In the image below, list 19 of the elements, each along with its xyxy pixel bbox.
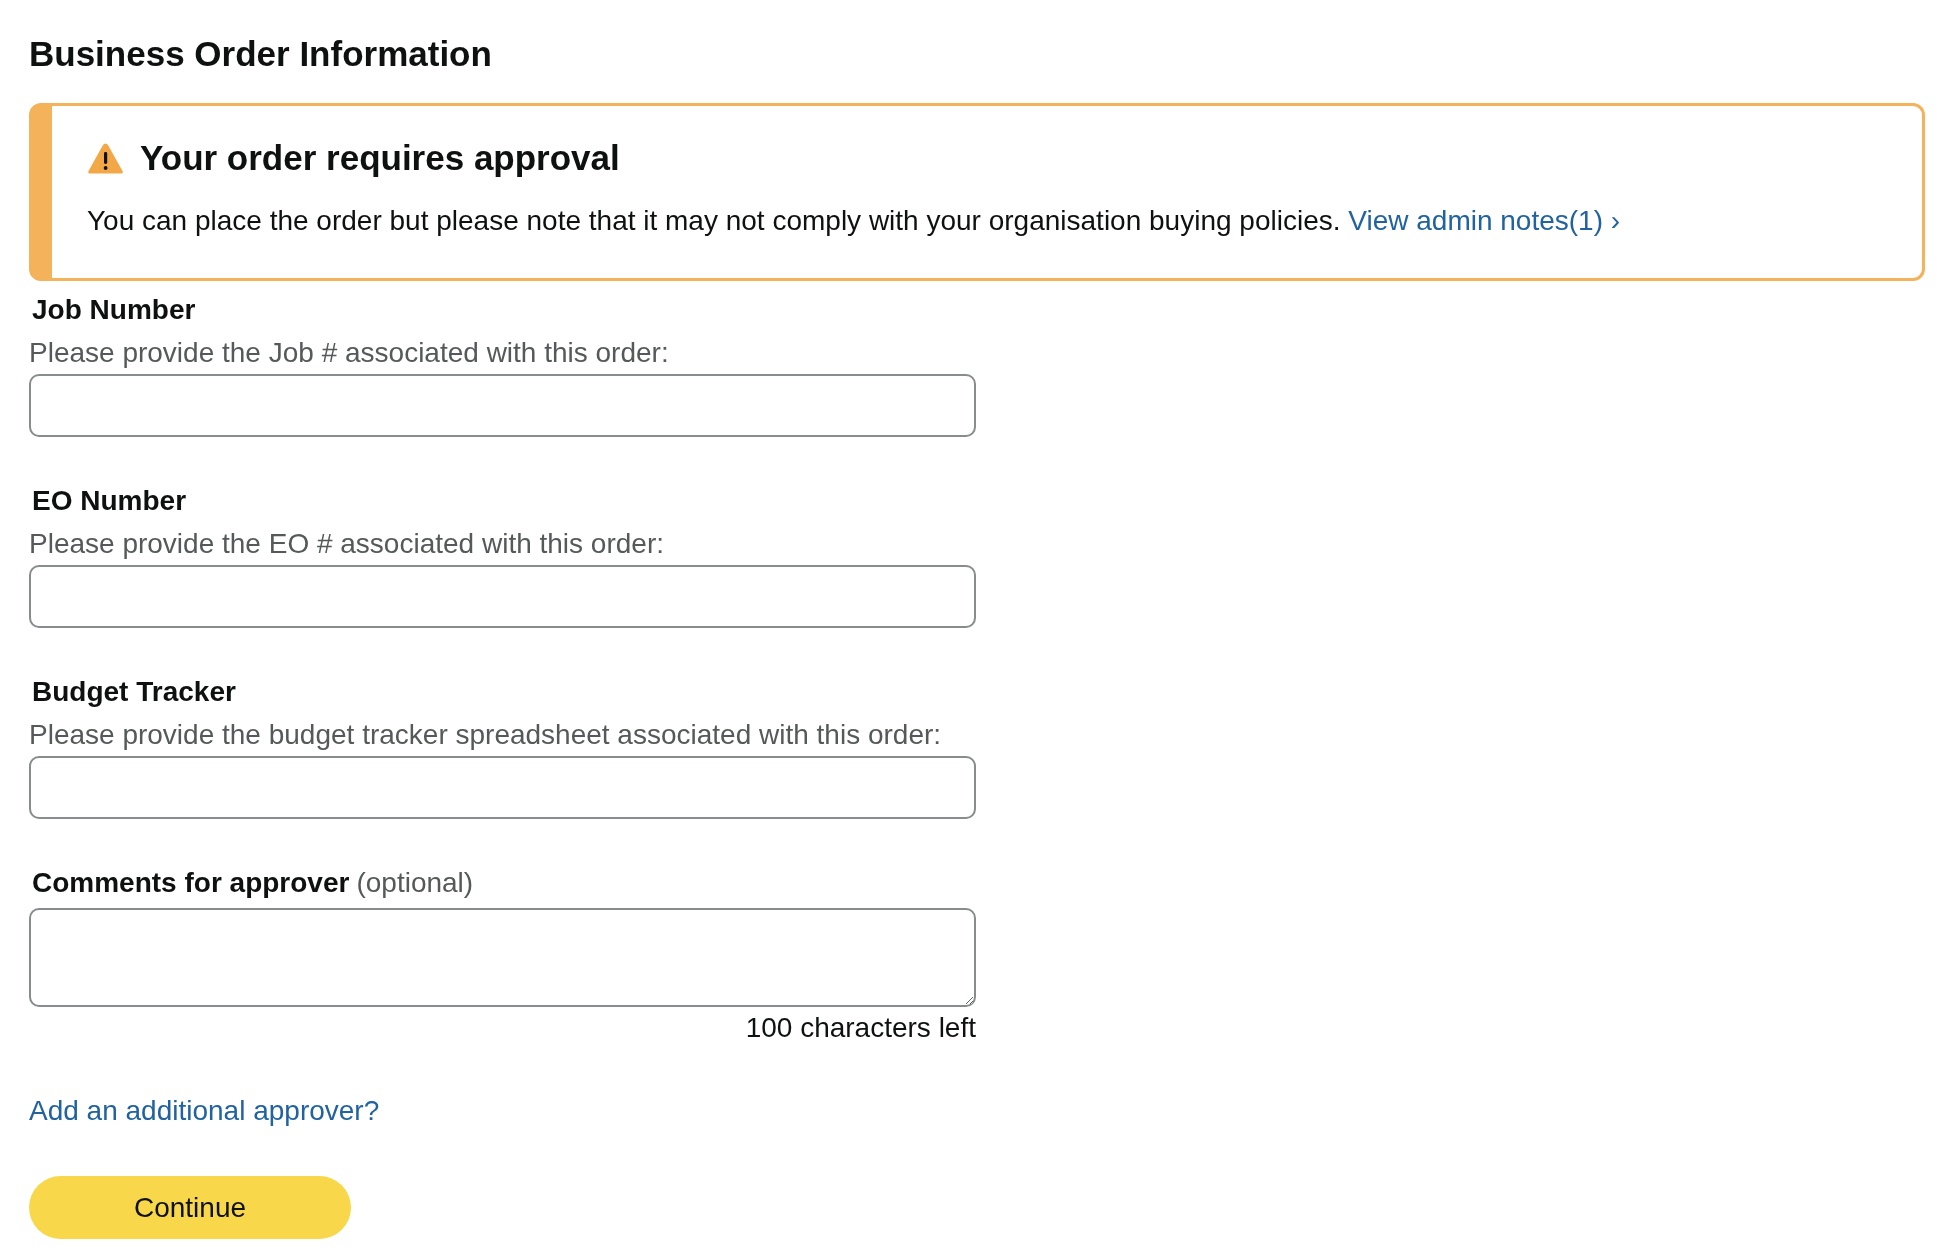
comment-textarea[interactable] bbox=[29, 908, 976, 1007]
alert-message: You can place the order but please note that it may not comply with your organisation buying policies. View admin notes(1) › bbox=[87, 204, 1621, 238]
character-counter: 100 characters left bbox=[745, 1011, 976, 1045]
field-label: Job Number bbox=[31, 293, 196, 327]
field-label: Comments for approver bbox=[32, 866, 350, 900]
field-label: EO Number bbox=[31, 484, 187, 518]
field-label: Budget Tracker bbox=[31, 675, 236, 709]
add-approver-link[interactable]: Add an additional approver? bbox=[29, 1095, 380, 1126]
admin-notes-link[interactable]: View admin notes(1) › bbox=[1348, 205, 1621, 236]
text-input[interactable] bbox=[29, 374, 976, 437]
page-title: Business Order Information bbox=[29, 34, 492, 74]
optional-note: (optional) bbox=[356, 866, 474, 900]
alert-heading: Your order requires approval bbox=[140, 138, 620, 178]
text-input[interactable] bbox=[29, 565, 976, 628]
field-description: Please provide the EO # associated with this order: bbox=[29, 527, 664, 561]
field-description: Please provide the Job # associated with this order: bbox=[29, 336, 669, 370]
text-input[interactable] bbox=[29, 756, 976, 819]
field-description: Please provide the budget tracker spreadsheet associated with this order: bbox=[29, 718, 942, 752]
continue-button[interactable]: Continue bbox=[29, 1176, 351, 1239]
